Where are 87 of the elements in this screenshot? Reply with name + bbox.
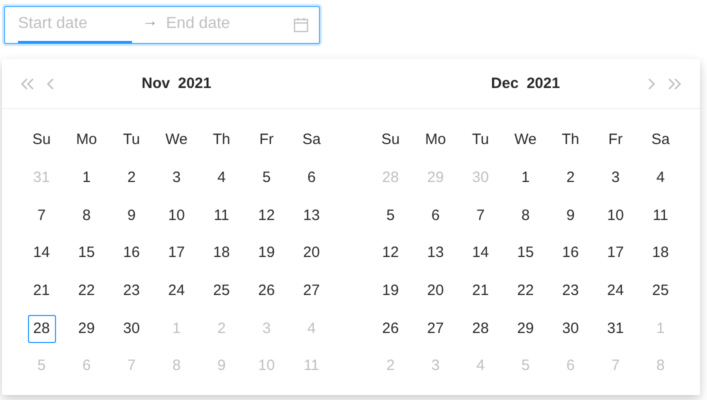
- date-cell[interactable]: 17: [162, 239, 190, 268]
- date-cell[interactable]: 23: [118, 276, 146, 305]
- date-cell[interactable]: 16: [118, 239, 146, 268]
- date-cell[interactable]: 18: [646, 239, 674, 268]
- weekday-label: We: [164, 130, 189, 148]
- date-cell[interactable]: 8: [72, 202, 100, 230]
- date-cell[interactable]: 4: [646, 164, 674, 192]
- weekday-label: We: [513, 130, 538, 148]
- date-cell[interactable]: 11: [646, 202, 674, 230]
- date-cell[interactable]: 18: [208, 239, 236, 268]
- date-cell[interactable]: 15: [512, 239, 540, 268]
- month-button[interactable]: Nov: [142, 75, 170, 92]
- date-cell[interactable]: 13: [422, 239, 450, 268]
- date-cell[interactable]: 12: [252, 202, 280, 230]
- date-cell[interactable]: 30: [118, 314, 146, 343]
- date-cell[interactable]: 20: [298, 239, 326, 268]
- date-cell[interactable]: 21: [28, 276, 56, 305]
- date-cell[interactable]: 1: [72, 164, 100, 192]
- date-cell[interactable]: 25: [208, 276, 236, 305]
- date-cell[interactable]: 14: [466, 239, 494, 268]
- weekday-label: Su: [380, 130, 401, 148]
- date-cell[interactable]: 27: [422, 314, 450, 343]
- date-cell[interactable]: 8: [512, 202, 540, 230]
- date-cell[interactable]: 1: [512, 164, 540, 192]
- month-button[interactable]: Dec: [491, 75, 519, 92]
- date-cell[interactable]: 4: [208, 164, 236, 192]
- separator-arrow: →: [142, 13, 158, 31]
- weekday-label: Mo: [75, 130, 98, 148]
- date-cell[interactable]: 3: [602, 164, 630, 192]
- weekday-label: Th: [212, 130, 232, 148]
- date-cell[interactable]: 14: [28, 239, 56, 268]
- calendar-icon: [293, 17, 309, 33]
- left-chevron-icon[interactable]: [46, 76, 56, 90]
- date-cell[interactable]: 6: [422, 202, 450, 230]
- date-cell[interactable]: 28: [28, 314, 56, 343]
- date-cell[interactable]: 10: [602, 202, 630, 230]
- date-cell[interactable]: 11: [208, 202, 236, 230]
- date-cell[interactable]: 22: [512, 276, 540, 305]
- weekday-label: Th: [560, 130, 580, 148]
- date-cell[interactable]: 7: [28, 202, 56, 230]
- date-cell[interactable]: 24: [162, 276, 190, 305]
- date-cell[interactable]: 9: [118, 202, 146, 230]
- date-cell[interactable]: 19: [252, 239, 280, 268]
- date-cell[interactable]: 7: [466, 202, 494, 230]
- date-cell[interactable]: 24: [602, 276, 630, 305]
- date-cell[interactable]: 13: [298, 202, 326, 230]
- double-left-chevron-icon[interactable]: [20, 76, 36, 90]
- weekday-label: Tu: [122, 130, 141, 148]
- weekday-label: Sa: [650, 130, 671, 148]
- date-cell[interactable]: 26: [376, 314, 404, 343]
- date-cell[interactable]: 28: [466, 314, 494, 343]
- date-cell[interactable]: 2: [118, 164, 146, 192]
- weekday-label: Fr: [607, 130, 624, 148]
- date-cell[interactable]: 29: [72, 314, 100, 343]
- date-cell[interactable]: 12: [376, 239, 404, 268]
- end-date-input[interactable]: End date: [166, 15, 280, 33]
- double-right-chevron-icon[interactable]: [666, 76, 682, 90]
- date-cell[interactable]: 22: [72, 276, 100, 305]
- date-cell[interactable]: 19: [376, 276, 404, 305]
- date-cell[interactable]: 21: [466, 276, 494, 305]
- date-cell[interactable]: 26: [252, 276, 280, 305]
- date-cell[interactable]: 3: [162, 164, 190, 192]
- date-cell[interactable]: 16: [556, 239, 584, 268]
- weekday-label: Fr: [258, 130, 275, 148]
- date-cell[interactable]: 31: [602, 314, 630, 343]
- year-button[interactable]: 2021: [526, 75, 560, 92]
- weekday-label: Sa: [301, 130, 322, 148]
- weekday-label: Mo: [424, 130, 447, 148]
- date-cell[interactable]: 5: [252, 164, 280, 192]
- date-cell[interactable]: 29: [512, 314, 540, 343]
- date-cell[interactable]: 6: [298, 164, 326, 192]
- date-cell[interactable]: 9: [556, 202, 584, 230]
- date-cell[interactable]: 15: [72, 239, 100, 268]
- start-date-input[interactable]: Start date: [18, 15, 132, 33]
- date-cell[interactable]: 5: [376, 202, 404, 230]
- right-chevron-icon[interactable]: [646, 76, 656, 90]
- date-cell[interactable]: 27: [298, 276, 326, 305]
- weekday-label: Tu: [471, 130, 490, 148]
- date-cell[interactable]: 10: [162, 202, 190, 230]
- date-cell[interactable]: 17: [602, 239, 630, 268]
- year-button[interactable]: 2021: [178, 75, 212, 92]
- weekday-label: Su: [31, 130, 52, 148]
- date-cell[interactable]: 20: [422, 276, 450, 305]
- date-cell[interactable]: 2: [556, 164, 584, 192]
- date-cell[interactable]: 30: [556, 314, 584, 343]
- date-cell[interactable]: 25: [646, 276, 674, 305]
- date-cell[interactable]: 23: [556, 276, 584, 305]
